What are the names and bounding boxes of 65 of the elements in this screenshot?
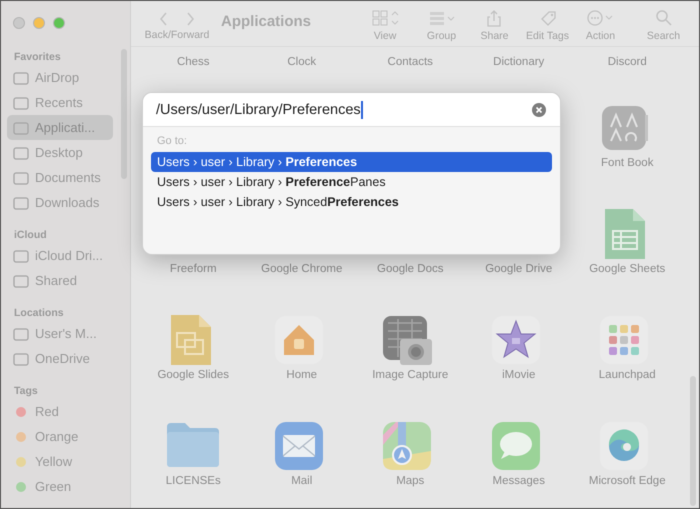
app-label[interactable]: Messages bbox=[492, 475, 545, 487]
forward-icon[interactable] bbox=[185, 12, 195, 26]
toolbar-label[interactable]: Group bbox=[426, 30, 456, 42]
toolbar-label[interactable]: Edit Tags bbox=[526, 30, 569, 42]
app-label[interactable]: Chess bbox=[176, 56, 210, 68]
path-suggestion[interactable]: Users › user › Library › PreferencePanes bbox=[151, 172, 552, 192]
zoom-button[interactable] bbox=[53, 17, 65, 29]
sidebar-item[interactable]: Documents bbox=[7, 165, 113, 190]
app-label[interactable]: Google Sheets bbox=[589, 263, 666, 275]
back-icon[interactable] bbox=[159, 12, 169, 26]
app-label[interactable]: Microsoft Edge bbox=[588, 475, 666, 487]
app-label[interactable]: Image Capture bbox=[372, 369, 448, 381]
app-label[interactable]: Home bbox=[286, 369, 318, 381]
app-label[interactable]: iMovie bbox=[502, 369, 536, 381]
toolbar-label[interactable]: Search bbox=[646, 30, 680, 42]
sidebar-item[interactable]: Shared bbox=[7, 268, 113, 293]
app-label[interactable]: Freeform bbox=[170, 263, 217, 275]
grid-icon[interactable] bbox=[371, 9, 399, 27]
section-heading: Favorites bbox=[13, 50, 62, 65]
app-label[interactable]: Mail bbox=[291, 475, 312, 487]
share-icon[interactable] bbox=[486, 9, 504, 27]
sidebar-item[interactable]: User's M... bbox=[7, 321, 113, 346]
search-icon[interactable] bbox=[654, 9, 672, 27]
app-label[interactable]: Launchpad bbox=[598, 369, 656, 381]
app-label[interactable]: LICENSEs bbox=[166, 475, 221, 487]
sidebar-item[interactable]: Yellow bbox=[7, 449, 113, 474]
clear-icon[interactable] bbox=[532, 102, 546, 116]
path-suggestion[interactable]: Users › user › Library › SyncedPreferences bbox=[151, 192, 552, 212]
toolbar-label[interactable]: Share bbox=[480, 30, 509, 42]
section-label: Go to: bbox=[156, 135, 188, 149]
app-label[interactable]: Clock bbox=[287, 56, 316, 68]
sidebar-item[interactable]: Recents bbox=[7, 90, 113, 115]
section-heading: Locations bbox=[13, 306, 65, 321]
list-icon[interactable] bbox=[428, 9, 456, 27]
close-button[interactable] bbox=[13, 17, 25, 29]
app-label[interactable]: Google Docs bbox=[377, 263, 444, 275]
section-heading: iCloud bbox=[13, 228, 48, 243]
app-label[interactable]: Font Book bbox=[601, 157, 654, 169]
toolbar-label[interactable]: View bbox=[374, 30, 396, 42]
app-label[interactable]: Dictionary bbox=[493, 56, 544, 68]
app-label[interactable]: Discord bbox=[608, 56, 647, 68]
app-label[interactable]: Google Slides bbox=[157, 369, 230, 381]
minimize-button[interactable] bbox=[33, 17, 45, 29]
window-title: Applications bbox=[221, 13, 312, 30]
toolbar-label[interactable]: Action bbox=[586, 30, 616, 42]
path-suggestion[interactable]: Users › user › Library › Preferences bbox=[151, 152, 552, 172]
sidebar-item[interactable]: Downloads bbox=[7, 190, 113, 215]
sidebar-item[interactable]: Desktop bbox=[7, 140, 113, 165]
path-field[interactable]: /Users/user/Library/Preferences bbox=[143, 93, 560, 127]
app-label[interactable]: Google Drive bbox=[485, 263, 552, 275]
app-label[interactable]: Google Chrome bbox=[261, 263, 342, 275]
app-label[interactable]: Maps bbox=[396, 475, 424, 487]
sidebar-item[interactable]: Green bbox=[7, 474, 113, 499]
sidebar-item[interactable]: Applicati... bbox=[7, 115, 113, 140]
text-cursor bbox=[360, 100, 363, 118]
sidebar-item[interactable]: Orange bbox=[7, 424, 113, 449]
toolbar-label: Back/Forward bbox=[144, 29, 210, 41]
app-label[interactable]: Contacts bbox=[388, 56, 433, 68]
sidebar-item[interactable]: OneDrive bbox=[7, 346, 113, 371]
sidebar-item[interactable]: iCloud Dri... bbox=[7, 243, 113, 268]
ellipsis-icon[interactable] bbox=[586, 9, 614, 27]
tag-icon[interactable] bbox=[538, 9, 556, 27]
sidebar-item[interactable]: AirDrop bbox=[7, 65, 113, 90]
sidebar-item[interactable]: Red bbox=[7, 399, 113, 424]
section-heading: Tags bbox=[13, 384, 39, 399]
